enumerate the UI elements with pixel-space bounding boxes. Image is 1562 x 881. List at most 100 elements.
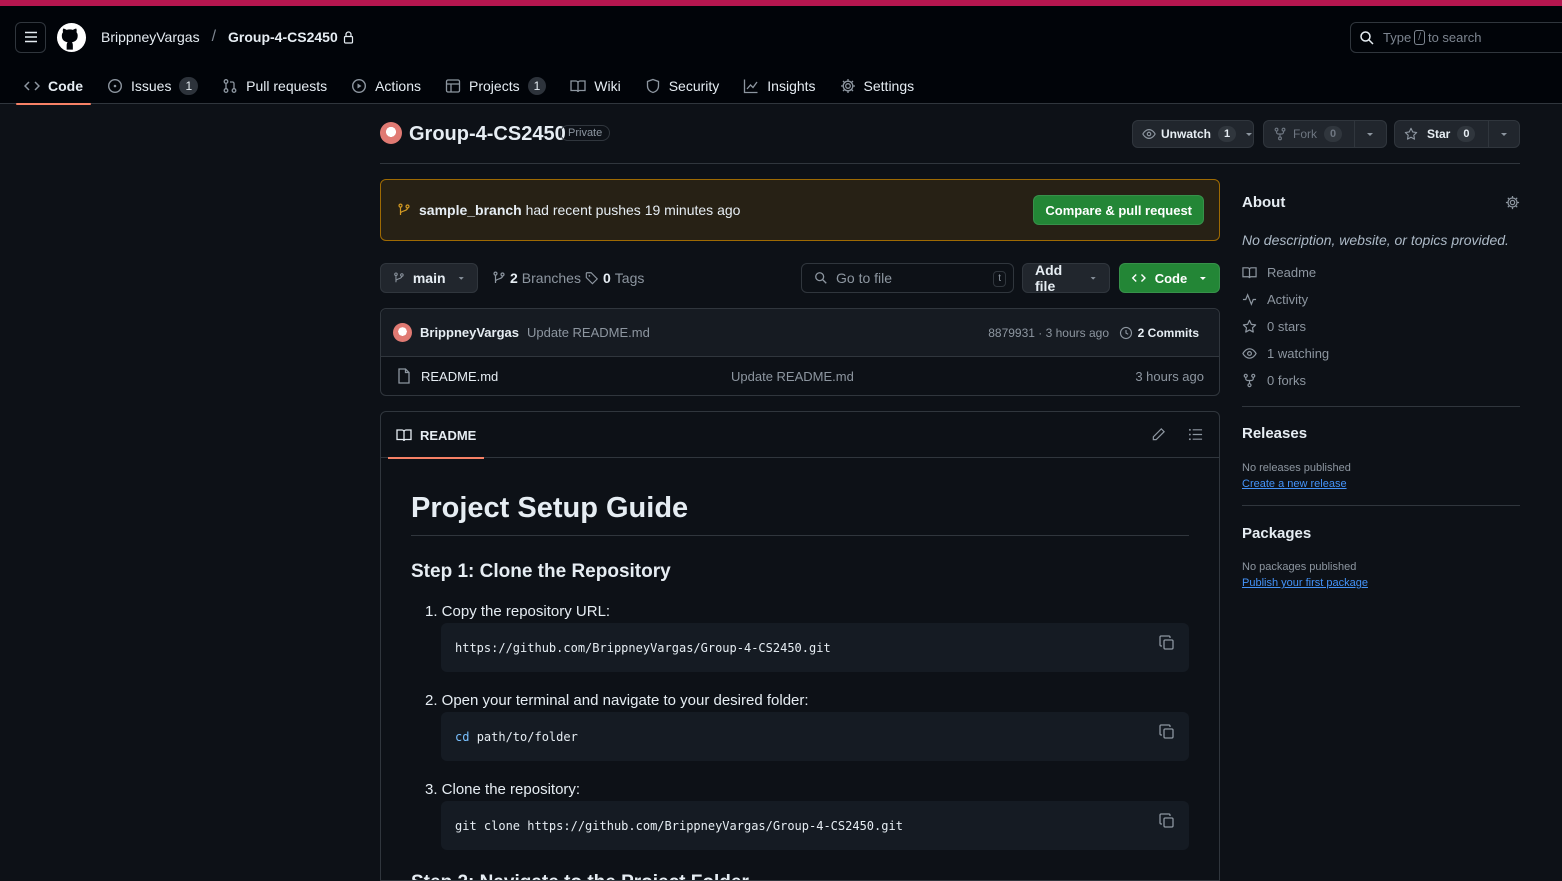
code-keyword: cd (455, 729, 470, 744)
breadcrumb-separator: / (211, 28, 217, 45)
pull-request-icon (223, 79, 237, 93)
tab-label: Projects (469, 78, 520, 94)
branches-label: Branches (521, 270, 581, 286)
global-search-input[interactable]: Type / to search (1350, 22, 1562, 53)
avatar[interactable] (393, 323, 412, 342)
sidebar-item-label: 0 stars (1267, 318, 1307, 334)
releases-text: No releases published (1242, 462, 1351, 474)
readme-header: README (381, 412, 1219, 459)
tab-actions[interactable]: Actions (343, 68, 429, 104)
add-file-label: Add file (1035, 262, 1063, 294)
branches-link[interactable]: 2 Branches (492, 270, 581, 286)
commits-link[interactable]: 2 Commits (1119, 326, 1199, 340)
tag-icon (585, 272, 599, 285)
watch-count: 1 (1218, 126, 1237, 142)
publish-package-link[interactable]: Publish your first package (1242, 577, 1520, 589)
visibility-badge: Private (560, 125, 611, 141)
github-logo-icon[interactable] (56, 22, 87, 53)
tab-issues[interactable]: Issues 1 (99, 68, 206, 104)
tab-counter: 1 (179, 77, 199, 95)
tab-code[interactable]: Code (16, 68, 91, 105)
fork-dropdown[interactable] (1355, 121, 1385, 147)
shield-icon (646, 78, 659, 94)
commit-sha-time[interactable]: 8879931 · 3 hours ago (988, 326, 1109, 340)
sidebar-item-forks[interactable]: 0 forks (1242, 372, 1520, 388)
menu-button[interactable] (15, 21, 46, 53)
repo-nav-tabs: Code Issues 1 Pull requests Actions Proj… (0, 68, 1562, 105)
repo-header: Group-4-CS2450 Private Unwatch 1 Fork 0 … (380, 118, 1520, 164)
search-shortcut-key: / (1414, 30, 1425, 45)
unwatch-button[interactable]: Unwatch 1 (1132, 120, 1254, 148)
fork-count: 0 (1324, 126, 1343, 142)
code-button[interactable]: Code (1119, 263, 1220, 293)
star-icon (1404, 127, 1418, 140)
sidebar-item-label: 1 watching (1267, 345, 1330, 361)
chevron-down-icon (1246, 133, 1253, 136)
go-to-file-input[interactable]: Go to file t (801, 263, 1014, 293)
branch-icon (493, 271, 505, 283)
packages-title[interactable]: Packages (1242, 525, 1520, 542)
table-row[interactable]: README.md Update README.md 3 hours ago (381, 357, 1219, 395)
banner-branch[interactable]: sample_branch (419, 202, 522, 218)
star-icon (1242, 319, 1257, 333)
file-name[interactable]: README.md (421, 369, 498, 384)
sidebar-item-label: 0 forks (1267, 372, 1307, 388)
star-button[interactable]: Star 0 (1394, 120, 1520, 148)
readme-subheading: Step 2: Navigate to the Project Folder (411, 872, 1189, 880)
gear-icon[interactable] (1505, 195, 1520, 210)
branch-icon (398, 203, 410, 215)
repo-title[interactable]: Group-4-CS2450 (409, 123, 566, 146)
list-outline-icon[interactable] (1188, 427, 1203, 442)
search-icon (815, 272, 827, 284)
search-icon (1360, 30, 1374, 45)
copy-icon[interactable] (1159, 635, 1175, 651)
branch-select-button[interactable]: main (380, 263, 478, 293)
code-icon (24, 81, 40, 91)
sidebar-item-activity[interactable]: Activity (1242, 291, 1520, 307)
create-release-link[interactable]: Create a new release (1242, 478, 1520, 490)
repo-owner-avatar[interactable] (380, 122, 402, 144)
tags-label: Tags (614, 270, 645, 286)
copy-icon[interactable] (1159, 813, 1175, 829)
copy-icon[interactable] (1159, 724, 1175, 740)
fork-button[interactable]: Fork 0 (1263, 120, 1387, 148)
commit-message[interactable]: Update README.md (527, 325, 650, 340)
tab-label: Wiki (594, 78, 621, 94)
compare-pull-request-button[interactable]: Compare & pull request (1033, 195, 1204, 225)
tab-settings[interactable]: Settings (832, 68, 923, 104)
breadcrumb-owner[interactable]: BrippneyVargas (101, 29, 200, 45)
sidebar-item-stars[interactable]: 0 stars (1242, 318, 1520, 334)
code-text: git clone https://github.com/BrippneyVar… (455, 818, 903, 833)
sidebar-item-label: Activity (1267, 291, 1309, 307)
tab-wiki[interactable]: Wiki (562, 68, 628, 104)
code-block: https://github.com/BrippneyVargas/Group-… (441, 623, 1189, 672)
add-file-button[interactable]: Add file (1022, 262, 1110, 294)
tab-security[interactable]: Security (637, 68, 728, 104)
lock-icon (343, 30, 353, 44)
issue-icon (107, 78, 123, 94)
tab-counter: 1 (527, 77, 547, 95)
breadcrumb-repo[interactable]: Group-4-CS2450 (228, 29, 338, 45)
code-block: git clone https://github.com/BrippneyVar… (441, 801, 1189, 850)
repo-sidebar: About No description, website, or topics… (1242, 179, 1520, 589)
list-item: 3. Clone the repository: (425, 781, 581, 798)
star-dropdown[interactable] (1489, 121, 1519, 147)
eye-icon (1242, 347, 1257, 359)
tab-projects[interactable]: Projects 1 (437, 68, 554, 104)
code-text: https://github.com/BrippneyVargas/Group-… (455, 640, 831, 655)
tab-readme[interactable]: README (388, 412, 485, 459)
star-label: Star (1427, 127, 1451, 141)
table-icon (445, 79, 461, 93)
sidebar-item-readme[interactable]: Readme (1242, 264, 1520, 280)
file-commit-message[interactable]: Update README.md (731, 369, 854, 384)
releases-title[interactable]: Releases (1242, 425, 1520, 442)
tags-link[interactable]: 0 Tags (585, 270, 644, 286)
play-icon (352, 78, 367, 94)
tab-pull-requests[interactable]: Pull requests (214, 68, 335, 104)
sidebar-item-watching[interactable]: 1 watching (1242, 345, 1520, 361)
main-content: sample_branch had recent pushes 19 minut… (380, 179, 1220, 881)
tab-insights[interactable]: Insights (735, 68, 823, 104)
commit-author[interactable]: BrippneyVargas (420, 325, 519, 340)
pencil-icon[interactable] (1151, 427, 1166, 442)
tags-count: 0 (603, 270, 611, 286)
